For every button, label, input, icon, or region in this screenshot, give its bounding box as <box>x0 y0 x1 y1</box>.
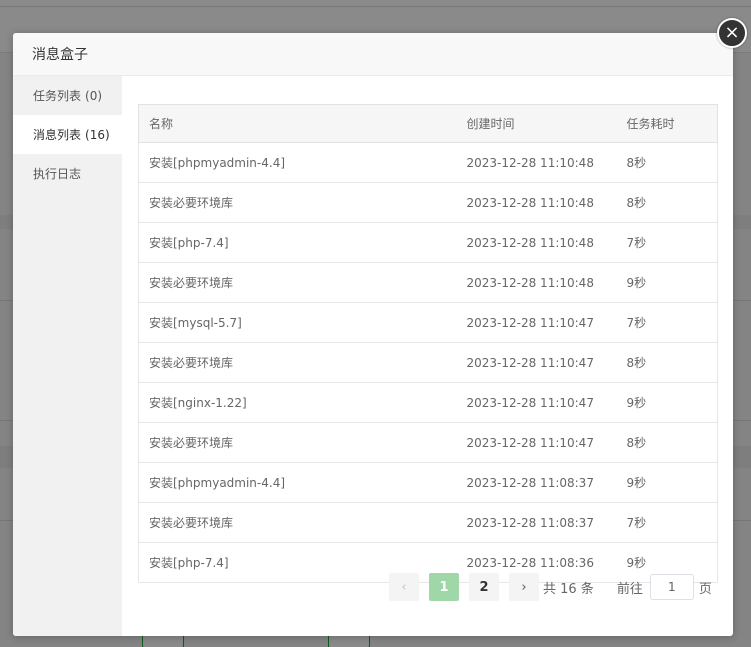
cell-name: 安装必要环境库 <box>138 262 457 303</box>
page-unit-label: 页 <box>698 581 712 597</box>
cell-duration: 8秒 <box>616 182 718 223</box>
cell-duration: 9秒 <box>616 382 718 423</box>
sidebar-item-message-list[interactable]: 消息列表 (16) <box>13 115 122 154</box>
table-row: 安装[mysql-5.7] 2023-12-28 11:10:47 7秒 <box>138 302 718 343</box>
table-row: 安装[phpmyadmin-4.4] 2023-12-28 11:08:37 9秒 <box>138 462 718 503</box>
cell-created-time: 2023-12-28 11:08:37 <box>456 462 617 503</box>
close-icon[interactable]: × <box>717 18 747 48</box>
cell-name: 安装必要环境库 <box>138 422 457 463</box>
cell-duration: 8秒 <box>616 342 718 383</box>
table-row: 安装必要环境库 2023-12-28 11:08:37 7秒 <box>138 502 718 543</box>
total-count: 共 16 条 <box>543 581 594 597</box>
cell-name: 安装必要环境库 <box>138 342 457 383</box>
table-body: 安装[phpmyadmin-4.4] 2023-12-28 11:10:48 8秒安… <box>138 142 718 583</box>
cell-duration: 9秒 <box>616 262 718 303</box>
cell-name: 安装[nginx-1.22] <box>138 382 457 423</box>
cell-duration: 9秒 <box>616 462 718 503</box>
message-list-panel: 名称 创建时间 任务耗时 安装[phpmyadmin-4.4] 2023-12-2… <box>138 104 718 583</box>
cell-created-time: 2023-12-28 11:10:48 <box>456 182 617 223</box>
cell-created-time: 2023-12-28 11:08:37 <box>456 502 617 543</box>
pagination: ‹ 1 2 › 共 16 条 前往 页 <box>389 572 712 602</box>
cell-created-time: 2023-12-28 11:10:47 <box>456 302 617 343</box>
dialog-title: 消息盒子 <box>32 47 88 63</box>
dialog-sidebar: 任务列表 (0) 消息列表 (16) 执行日志 <box>13 76 122 636</box>
table-header-row: 名称 创建时间 任务耗时 <box>138 104 718 143</box>
sidebar-item-label: 消息列表 <box>33 128 82 142</box>
cell-duration: 8秒 <box>616 422 718 463</box>
table-row: 安装[php-7.4] 2023-12-28 11:10:48 7秒 <box>138 222 718 263</box>
cell-created-time: 2023-12-28 11:10:48 <box>456 142 617 183</box>
column-header-created-time: 创建时间 <box>456 104 617 143</box>
cell-duration: 7秒 <box>616 302 718 343</box>
cell-created-time: 2023-12-28 11:10:47 <box>456 422 617 463</box>
sidebar-item-count: (16) <box>85 127 110 142</box>
cell-name: 安装必要环境库 <box>138 182 457 223</box>
dialog-header: 消息盒子 <box>13 33 733 76</box>
cell-name: 安装[phpmyadmin-4.4] <box>138 142 457 183</box>
cell-duration: 8秒 <box>616 142 718 183</box>
goto-page-input[interactable] <box>649 574 694 600</box>
sidebar-item-label: 任务列表 <box>33 89 82 103</box>
message-table: 名称 创建时间 任务耗时 安装[phpmyadmin-4.4] 2023-12-2… <box>138 104 718 583</box>
sidebar-item-label: 执行日志 <box>33 167 82 181</box>
next-page-button[interactable]: › <box>509 573 539 601</box>
cell-duration: 7秒 <box>616 222 718 263</box>
sidebar-item-execution-log[interactable]: 执行日志 <box>13 154 122 193</box>
cell-name: 安装必要环境库 <box>138 502 457 543</box>
page-button-1[interactable]: 1 <box>429 573 459 601</box>
table-row: 安装[nginx-1.22] 2023-12-28 11:10:47 9秒 <box>138 382 718 423</box>
column-header-name: 名称 <box>138 104 457 143</box>
message-box-dialog: 消息盒子 任务列表 (0) 消息列表 (16) 执行日志 名称 创建时间 任务耗… <box>13 33 733 636</box>
sidebar-item-count: (0) <box>85 88 103 103</box>
table-row: 安装必要环境库 2023-12-28 11:10:48 8秒 <box>138 182 718 223</box>
cell-duration: 7秒 <box>616 502 718 543</box>
cell-name: 安装[phpmyadmin-4.4] <box>138 462 457 503</box>
goto-label: 前往 <box>616 581 643 597</box>
page-button-2[interactable]: 2 <box>469 573 499 601</box>
cell-name: 安装[php-7.4] <box>138 222 457 263</box>
cell-created-time: 2023-12-28 11:10:47 <box>456 342 617 383</box>
column-header-duration: 任务耗时 <box>616 104 718 143</box>
cell-created-time: 2023-12-28 11:10:47 <box>456 382 617 423</box>
prev-page-button[interactable]: ‹ <box>389 573 419 601</box>
table-row: 安装必要环境库 2023-12-28 11:10:47 8秒 <box>138 422 718 463</box>
cell-created-time: 2023-12-28 11:10:48 <box>456 222 617 263</box>
table-row: 安装必要环境库 2023-12-28 11:10:47 8秒 <box>138 342 718 383</box>
sidebar-item-task-list[interactable]: 任务列表 (0) <box>13 76 122 115</box>
cell-name: 安装[mysql-5.7] <box>138 302 457 343</box>
table-row: 安装[phpmyadmin-4.4] 2023-12-28 11:10:48 8秒 <box>138 142 718 183</box>
cell-created-time: 2023-12-28 11:10:48 <box>456 262 617 303</box>
table-row: 安装必要环境库 2023-12-28 11:10:48 9秒 <box>138 262 718 303</box>
